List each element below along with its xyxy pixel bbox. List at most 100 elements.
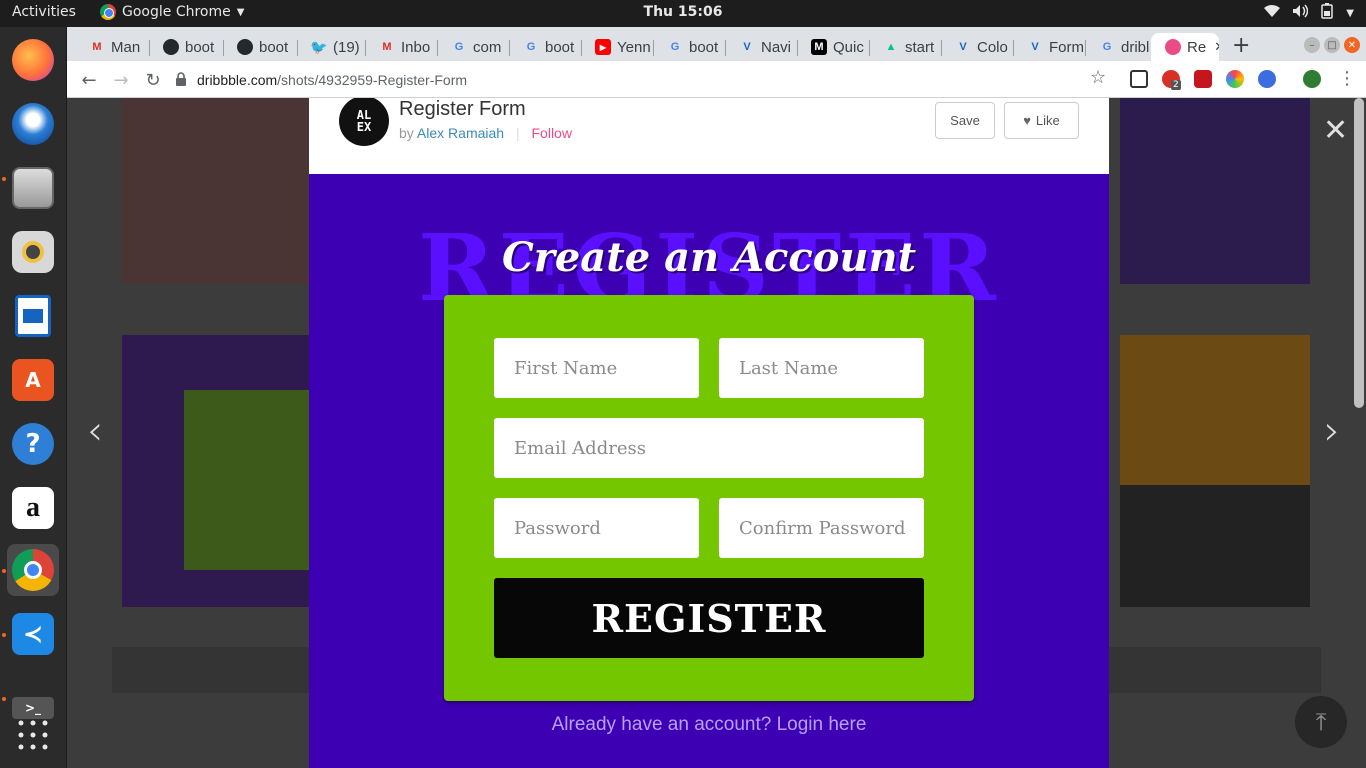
- firefox-icon: [12, 39, 54, 81]
- chevron-right-icon: ›: [1324, 408, 1340, 454]
- password-field[interactable]: Password: [494, 498, 699, 558]
- volume-icon: [1292, 4, 1309, 22]
- google-icon: G: [454, 41, 464, 53]
- bookmark-star-icon[interactable]: ☆: [1090, 67, 1106, 88]
- login-link[interactable]: Already have an account? Login here: [309, 714, 1109, 736]
- register-button[interactable]: REGISTER: [494, 578, 924, 658]
- dock-software[interactable]: A: [7, 354, 59, 406]
- tab-github[interactable]: boot: [149, 33, 221, 61]
- close-tab-icon[interactable]: ✕: [1214, 39, 1219, 55]
- dock-amazon[interactable]: a: [7, 482, 59, 534]
- tab-github[interactable]: boot: [223, 33, 295, 61]
- byline-prefix: by: [399, 125, 414, 141]
- byline-divider: |: [515, 125, 520, 141]
- speaker-icon: [12, 231, 54, 273]
- dock-chrome[interactable]: [7, 544, 59, 596]
- github-icon: [163, 39, 179, 55]
- forward-button[interactable]: →: [108, 67, 134, 93]
- vuetify-icon: V: [743, 41, 751, 53]
- reload-button[interactable]: ↻: [140, 67, 166, 93]
- form-headline: Create an Account: [501, 234, 917, 281]
- back-button[interactable]: ←: [76, 67, 102, 93]
- show-apps-button[interactable]: [7, 709, 59, 761]
- close-overlay-button[interactable]: ✕: [1323, 113, 1348, 148]
- email-field[interactable]: Email Address: [494, 418, 924, 478]
- amazon-icon: a: [12, 487, 54, 529]
- dock-rhythmbox[interactable]: [7, 226, 59, 278]
- shot-header: AL EX Register Form by Alex Ramaiah | Fo…: [309, 98, 1109, 174]
- grid-icon: [18, 720, 48, 750]
- tab-label: Navi: [761, 38, 792, 56]
- chevron-left-icon: ‹: [87, 408, 103, 454]
- tab-gmail[interactable]: M Man: [75, 33, 147, 61]
- dock-thunderbird[interactable]: [7, 98, 59, 150]
- dock-firefox[interactable]: [7, 34, 59, 86]
- follow-link[interactable]: Follow: [532, 125, 572, 141]
- tab-label: Colo: [977, 38, 1008, 56]
- tab-label: boot: [545, 38, 575, 56]
- arrow-left-icon: ←: [81, 69, 97, 91]
- close-window-button[interactable]: ✕: [1344, 37, 1360, 53]
- author-avatar[interactable]: AL EX: [339, 98, 389, 146]
- dock-help[interactable]: ?: [7, 418, 59, 470]
- app-menu[interactable]: Google Chrome ▼: [100, 4, 244, 20]
- app-menu-label: Google Chrome: [122, 4, 231, 20]
- clock[interactable]: Thu 15:06: [644, 4, 723, 20]
- tab-youtube[interactable]: ▶ Yenn: [581, 33, 653, 61]
- dock-files[interactable]: [7, 162, 59, 214]
- tab-vuetify[interactable]: V Navi: [725, 33, 797, 61]
- url-path: /shots/4932959-Register-Form: [277, 72, 468, 88]
- new-tab-button[interactable]: +: [1232, 33, 1250, 58]
- battery-icon: [1320, 3, 1334, 23]
- tab-google[interactable]: Gcom: [437, 33, 509, 61]
- previous-shot-button[interactable]: ‹: [87, 408, 103, 454]
- next-shot-button[interactable]: ›: [1324, 408, 1340, 454]
- tab-label: dribl: [1121, 38, 1150, 56]
- first-name-field[interactable]: First Name: [494, 338, 699, 398]
- shield-extension-icon[interactable]: [1130, 70, 1148, 88]
- byline: by Alex Ramaiah | Follow: [399, 125, 572, 141]
- arrow-right-icon: →: [113, 69, 129, 91]
- translate-extension-icon[interactable]: [1258, 70, 1276, 88]
- tab-nuxt[interactable]: ▲ start: [869, 33, 941, 61]
- confirm-password-field[interactable]: Confirm Password: [719, 498, 924, 558]
- scroll-to-top-button[interactable]: ⤒: [1295, 696, 1347, 748]
- author-link[interactable]: Alex Ramaiah: [417, 125, 504, 141]
- help-icon: ?: [12, 423, 54, 465]
- tab-dribbble-active[interactable]: Re ✕: [1151, 33, 1219, 61]
- save-button[interactable]: Save: [935, 102, 995, 139]
- profile-avatar[interactable]: [1303, 70, 1321, 88]
- tab-vuetify[interactable]: V Form: [1013, 33, 1085, 61]
- dock-vscode[interactable]: ≺: [7, 608, 59, 660]
- dock-writer[interactable]: [7, 290, 59, 342]
- tab-label: Quic: [833, 38, 864, 56]
- address-bar[interactable]: dribbble.com/shots/4932959-Register-Form: [175, 65, 1225, 95]
- activities-button[interactable]: Activities: [12, 4, 76, 20]
- page-scrollbar[interactable]: [1354, 98, 1364, 408]
- last-name-field[interactable]: Last Name: [719, 338, 924, 398]
- system-tray[interactable]: ▼: [1264, 3, 1354, 23]
- medium-icon: M: [811, 39, 827, 55]
- chevron-down-icon: ▼: [236, 6, 245, 18]
- google-icon: G: [526, 41, 536, 53]
- media-extension-icon[interactable]: [1194, 70, 1212, 88]
- tab-google[interactable]: Gdribl: [1085, 33, 1151, 61]
- author-avatar-text: AL EX: [356, 108, 372, 134]
- tab-google[interactable]: Gboot: [509, 33, 581, 61]
- tab-inbox[interactable]: M Inbo: [365, 33, 437, 61]
- shot-image: REGISTER Create an Account First Name La…: [309, 174, 1109, 768]
- tab-twitter[interactable]: 🐦 (19): [297, 33, 365, 61]
- maximize-button[interactable]: □: [1324, 37, 1340, 53]
- color-picker-extension-icon[interactable]: [1226, 70, 1244, 88]
- google-icon: G: [1102, 41, 1112, 53]
- like-button[interactable]: ♥ Like: [1004, 102, 1079, 139]
- adblock-extension-icon[interactable]: 2: [1162, 70, 1181, 90]
- files-icon: [12, 167, 54, 209]
- tab-vuetify[interactable]: V Colo: [941, 33, 1013, 61]
- tab-medium[interactable]: M Quic: [797, 33, 869, 61]
- close-icon: ✕: [1323, 113, 1349, 148]
- tab-label: Yenn: [617, 38, 651, 56]
- more-menu-icon[interactable]: ⋮: [1338, 68, 1356, 89]
- minimize-button[interactable]: –: [1304, 37, 1320, 53]
- tab-google[interactable]: Gboot: [653, 33, 725, 61]
